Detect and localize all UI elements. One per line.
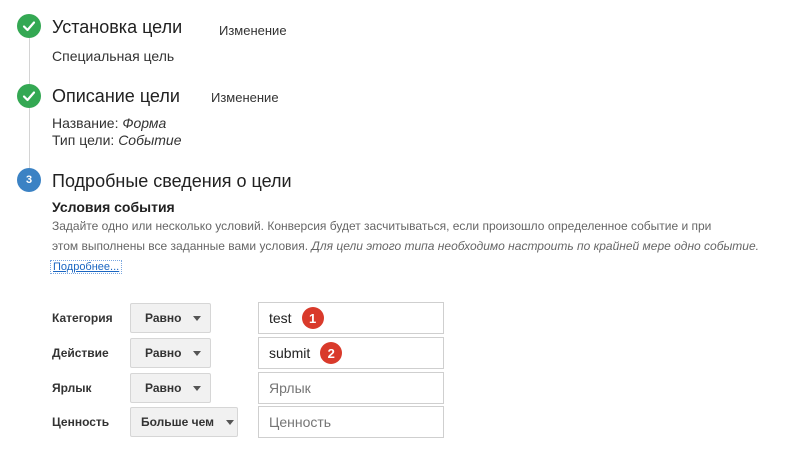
step-2-complete-check-icon <box>17 84 41 108</box>
caret-down-icon <box>193 315 202 321</box>
label-value-input[interactable]: Ярлык <box>258 372 444 404</box>
goal-type-line: Тип цели: Событие <box>52 132 182 148</box>
step-3-title: Подробные сведения о цели <box>52 171 292 191</box>
label-operator-value: Равно <box>145 381 182 395</box>
action-operator-value: Равно <box>145 346 182 360</box>
step-1-complete-check-icon <box>17 14 41 38</box>
value-row-label: Ценность <box>52 415 110 429</box>
category-value-input[interactable]: test 1 <box>258 302 444 334</box>
step-1-detail: Специальная цель <box>52 48 175 64</box>
label-row-label: Ярлык <box>52 381 92 395</box>
annotation-badge-1: 1 <box>301 307 324 329</box>
category-label: Категория <box>52 311 113 325</box>
action-value-text: submit <box>269 345 311 361</box>
step-1-title: Установка цели <box>52 17 183 37</box>
step-1-edit-link[interactable]: Изменение <box>219 23 287 38</box>
action-operator-select[interactable]: Равно <box>130 338 211 368</box>
caret-down-icon <box>193 385 202 391</box>
step-2-title: Описание цели <box>52 86 180 106</box>
goal-name-label: Название: <box>52 115 119 131</box>
conditions-description-line1: Задайте одно или несколько условий. Конв… <box>52 219 712 233</box>
category-value-text: test <box>269 310 292 326</box>
goal-name-line: Название: Форма <box>52 115 166 131</box>
value-placeholder: Ценность <box>269 414 332 430</box>
conditions-description-note: Для цели этого типа необходимо настроить… <box>311 239 759 253</box>
action-value-input[interactable]: submit 2 <box>258 337 444 369</box>
goal-type-label: Тип цели: <box>52 132 115 148</box>
category-operator-value: Равно <box>145 311 182 325</box>
label-placeholder: Ярлык <box>269 380 311 396</box>
step-2-edit-link[interactable]: Изменение <box>211 90 279 105</box>
conditions-description-line2: этом выполнены все заданные вами условия… <box>52 239 309 253</box>
annotation-badge-2: 2 <box>320 342 343 364</box>
learn-more-link[interactable]: Подробнее... <box>50 260 123 274</box>
action-label: Действие <box>52 346 109 360</box>
caret-down-icon <box>193 350 202 356</box>
caret-down-icon <box>226 419 235 425</box>
goal-name-value: Форма <box>122 115 167 131</box>
label-operator-select[interactable]: Равно <box>130 373 211 403</box>
conditions-description: Задайте одно или несколько условий. Конв… <box>52 216 782 256</box>
step-3-number-badge: 3 <box>17 168 41 192</box>
value-value-input[interactable]: Ценность <box>258 406 444 438</box>
category-operator-select[interactable]: Равно <box>130 303 211 333</box>
conditions-title: Условия события <box>52 199 175 215</box>
value-operator-value: Больше чем <box>141 415 215 429</box>
check-icon <box>22 21 36 32</box>
value-operator-select[interactable]: Больше чем <box>130 407 238 437</box>
check-icon <box>22 91 36 102</box>
goal-type-value: Событие <box>118 132 182 148</box>
